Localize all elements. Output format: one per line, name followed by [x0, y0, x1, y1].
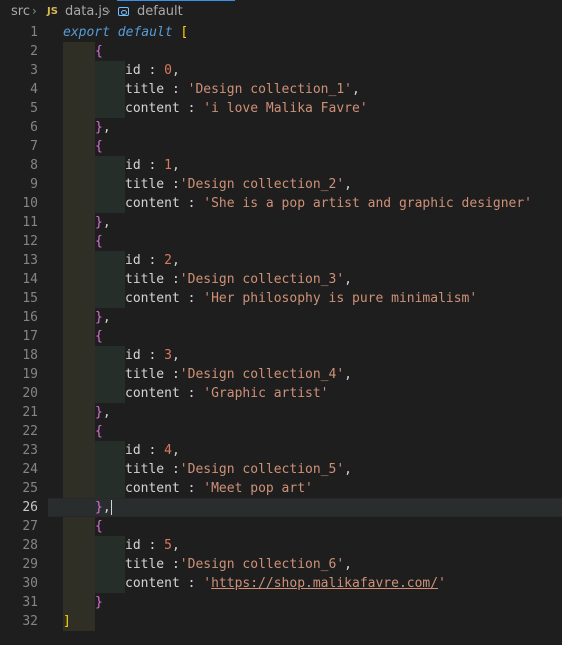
breadcrumb-symbol-default[interactable]: default [137, 4, 183, 19]
code-line: ] [63, 612, 71, 631]
indent-guide-level2 [95, 441, 125, 498]
indent-guide-level1 [63, 42, 95, 631]
code-line: title : 'Design collection_1', [125, 82, 360, 97]
line-number: 32 [22, 614, 38, 629]
line-number: 14 [22, 272, 38, 287]
chevron-right-icon: › [32, 4, 37, 18]
line-number: 10 [22, 196, 38, 211]
line-number: 31 [22, 595, 38, 610]
line-number: 25 [22, 481, 38, 496]
breadcrumb-file-data-js[interactable]: data.js [65, 4, 109, 19]
line-number: 12 [22, 234, 38, 249]
line-number: 15 [22, 291, 38, 306]
line-number: 3 [30, 63, 38, 78]
line-number: 20 [22, 386, 38, 401]
text-cursor [110, 500, 112, 515]
code-line: }, [95, 500, 112, 515]
code-line: id : 0, [125, 63, 180, 78]
code-line: content : 'Meet pop art' [125, 481, 313, 496]
code-line: }, [95, 405, 111, 420]
code-line: } [95, 595, 103, 610]
indent-guide-level2 [95, 156, 125, 213]
line-number: 9 [30, 177, 38, 192]
line-number: 24 [22, 462, 38, 477]
current-line-highlight [48, 498, 562, 517]
line-number: 18 [22, 348, 38, 363]
code-line: { [95, 329, 103, 344]
code-line: { [95, 234, 103, 249]
line-number: 11 [22, 215, 38, 230]
indent-guide-level2 [95, 61, 125, 118]
code-line: }, [95, 120, 111, 135]
close-bracket: ] [63, 614, 71, 629]
code-line: title :'Design collection_5', [125, 462, 352, 477]
line-number: 27 [22, 519, 38, 534]
line-number: 26 [22, 500, 38, 515]
line-number: 5 [30, 101, 38, 116]
code-line: id : 3, [125, 348, 180, 363]
line-number: 21 [22, 405, 38, 420]
code-line: content : 'Her philosophy is pure minima… [125, 291, 478, 306]
indent-guide-level2 [95, 536, 125, 593]
code-line: content : 'i love Malika Favre' [125, 101, 368, 116]
code-line: { [95, 424, 103, 439]
code-line: { [95, 519, 103, 534]
code-line: }, [95, 215, 111, 230]
code-line: title :'Design collection_4', [125, 367, 352, 382]
code-line: id : 1, [125, 158, 180, 173]
line-number: 7 [30, 139, 38, 154]
breadcrumb-folder-src[interactable]: src [11, 4, 30, 19]
code-line: { [95, 44, 103, 59]
line-number: 17 [22, 329, 38, 344]
code-editor[interactable]: 1 2 3 4 5 6 7 8 9 10 11 12 13 14 15 16 17 18 19 20 21 22 23 24 2… [0, 23, 562, 645]
indent-guide-level2 [95, 346, 125, 403]
open-bracket: [ [180, 25, 189, 40]
code-line: title :'Design collection_6', [125, 557, 352, 572]
line-number: 8 [30, 158, 38, 173]
javascript-file-icon: JS [47, 6, 58, 17]
indent-guide-level2 [95, 251, 125, 308]
symbol-variable-icon [118, 7, 129, 16]
line-number: 19 [22, 367, 38, 382]
code-line: }, [95, 310, 111, 325]
export-keyword: export default [63, 25, 173, 40]
chevron-right-icon: › [106, 4, 111, 18]
code-line: content : 'Graphic artist' [125, 386, 329, 401]
line-number: 6 [30, 120, 38, 135]
line-number: 16 [22, 310, 38, 325]
line-number: 4 [30, 82, 38, 97]
breadcrumb: src › JS data.js › default [0, 0, 562, 24]
code-line: export default [ [63, 23, 188, 42]
code-line: content : 'https://shop.malikafavre.com/… [125, 576, 446, 591]
active-tab-underline [117, 0, 235, 1]
line-number: 29 [22, 557, 38, 572]
code-line: id : 4, [125, 443, 180, 458]
code-line: id : 2, [125, 253, 180, 268]
code-line: content : 'She is a pop artist and graph… [125, 196, 533, 211]
line-number: 2 [30, 44, 38, 59]
line-number: 1 [30, 25, 38, 40]
line-number: 22 [22, 424, 38, 439]
line-number: 28 [22, 538, 38, 553]
line-number: 23 [22, 443, 38, 458]
code-line: title :'Design collection_2', [125, 177, 352, 192]
line-number: 30 [22, 576, 38, 591]
code-line: id : 5, [125, 538, 180, 553]
url-link[interactable]: https://shop.malikafavre.com/ [211, 576, 438, 591]
line-number: 13 [22, 253, 38, 268]
code-line: title :'Design collection_3', [125, 272, 352, 287]
code-line: { [95, 139, 103, 154]
